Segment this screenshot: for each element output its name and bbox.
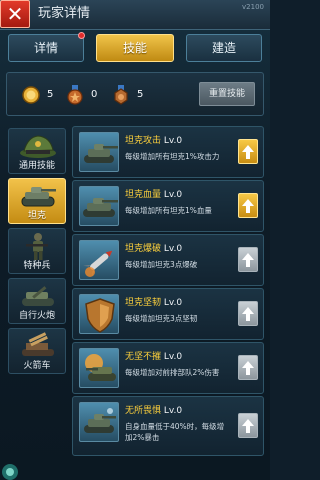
category-rocket-launcher[interactable]: 火箭车	[8, 328, 66, 374]
skill-row[interactable]: 坦克爆破 Lv.0 每级增加坦克3点爆破	[72, 234, 264, 286]
category-special-forces[interactable]: 特种兵	[8, 228, 66, 274]
tab-label: 技能	[122, 41, 147, 55]
skill-name: 坦克爆破 Lv.0	[125, 244, 183, 254]
arrow-up-icon	[242, 361, 254, 375]
skill-name: 坦克坚韧 Lv.0	[125, 298, 183, 308]
skill-description: 自身血量低于40%时，每级增加2%暴击	[125, 422, 225, 442]
upgrade-button-disabled[interactable]	[238, 247, 258, 272]
skill-description: 每级增加坦克3点坚韧	[125, 314, 198, 323]
bronze-medal-icon	[114, 85, 128, 105]
tab-build[interactable]: 建造	[186, 34, 262, 62]
category-tank[interactable]: 坦克	[8, 178, 66, 224]
gold-medal-icon	[22, 86, 40, 104]
missile-icon	[79, 240, 119, 280]
page-title: 玩家详情	[38, 6, 91, 21]
header-bar: ✕ 玩家详情 v2100	[0, 0, 270, 30]
shield-icon	[79, 294, 119, 334]
notification-dot	[78, 32, 85, 39]
arrow-up-icon	[242, 199, 254, 213]
reset-skills-button[interactable]: 重置技能	[199, 82, 255, 106]
app-logo-icon	[2, 464, 18, 480]
tab-label: 建造	[211, 41, 236, 55]
skill-description: 每级增加坦克3点爆破	[125, 260, 198, 269]
upgrade-button-disabled[interactable]	[238, 301, 258, 326]
soldier-icon	[26, 233, 48, 260]
tab-skills[interactable]: 技能	[96, 34, 174, 62]
tank-fearless-icon	[79, 402, 119, 442]
skill-description: 每级增加所有坦克1%攻击力	[125, 152, 220, 161]
skill-row[interactable]: 坦克攻击 Lv.0 每级增加所有坦克1%攻击力	[72, 126, 264, 178]
arrow-up-icon	[242, 253, 254, 267]
tab-label: 详情	[33, 41, 58, 55]
category-general-skills[interactable]: 通用技能	[8, 128, 66, 174]
skill-name: 坦克血量 Lv.0	[125, 190, 183, 200]
skill-name: 坦克攻击 Lv.0	[125, 136, 183, 146]
version-label: v2100	[242, 3, 264, 11]
category-label: 特种兵	[23, 261, 51, 271]
artillery-icon	[22, 286, 54, 306]
upgrade-button[interactable]	[238, 139, 258, 164]
tank-health-icon	[79, 186, 119, 226]
medal-count: 0	[91, 89, 98, 100]
tank-attack-icon	[79, 132, 119, 172]
skill-row[interactable]: 无坚不摧 Lv.0 每级增加对前排部队2%伤害	[72, 342, 264, 394]
close-icon: ✕	[6, 2, 24, 26]
skill-row[interactable]: 坦克坚韧 Lv.0 每级增加坦克3点坚韧	[72, 288, 264, 340]
tab-details[interactable]: 详情	[8, 32, 85, 62]
arrow-up-icon	[242, 145, 254, 159]
officer-cap-icon	[20, 135, 56, 158]
bronze-star-medal-icon	[67, 85, 83, 105]
medal-count: 5	[137, 89, 144, 100]
skill-description: 每级增加对前排部队2%伤害	[125, 368, 220, 377]
category-label: 通用技能	[18, 161, 55, 171]
category-self-propelled-artillery[interactable]: 自行火炮	[8, 278, 66, 324]
category-label: 坦克	[27, 211, 46, 221]
upgrade-button[interactable]	[238, 193, 258, 218]
arrow-up-icon	[242, 419, 254, 433]
skill-row[interactable]: 坦克血量 Lv.0 每级增加所有坦克1%血量	[72, 180, 264, 232]
rocket-launcher-icon	[22, 332, 54, 356]
skill-points-bar: 5 0 5 重置技能	[6, 72, 264, 116]
close-button[interactable]: ✕	[0, 0, 30, 28]
skill-row[interactable]: 无所畏惧 Lv.0 自身血量低于40%时，每级增加2%暴击	[72, 396, 264, 456]
tank-firing-icon	[79, 348, 119, 388]
skill-name: 无所畏惧 Lv.0	[125, 406, 183, 416]
tab-bar: 详情 技能 建造	[0, 32, 270, 64]
skill-list: 坦克攻击 Lv.0 每级增加所有坦克1%攻击力 坦克血量 Lv.0 每级增加所有…	[72, 124, 264, 474]
skill-name: 无坚不摧 Lv.0	[125, 352, 183, 362]
upgrade-button-disabled[interactable]	[238, 355, 258, 380]
category-label: 自行火炮	[18, 311, 55, 321]
skill-description: 每级增加所有坦克1%血量	[125, 206, 212, 215]
category-label: 火箭车	[23, 361, 51, 371]
tank-icon	[21, 187, 56, 207]
medal-count: 5	[47, 89, 54, 100]
arrow-up-icon	[242, 307, 254, 321]
upgrade-button-disabled[interactable]	[238, 413, 258, 438]
